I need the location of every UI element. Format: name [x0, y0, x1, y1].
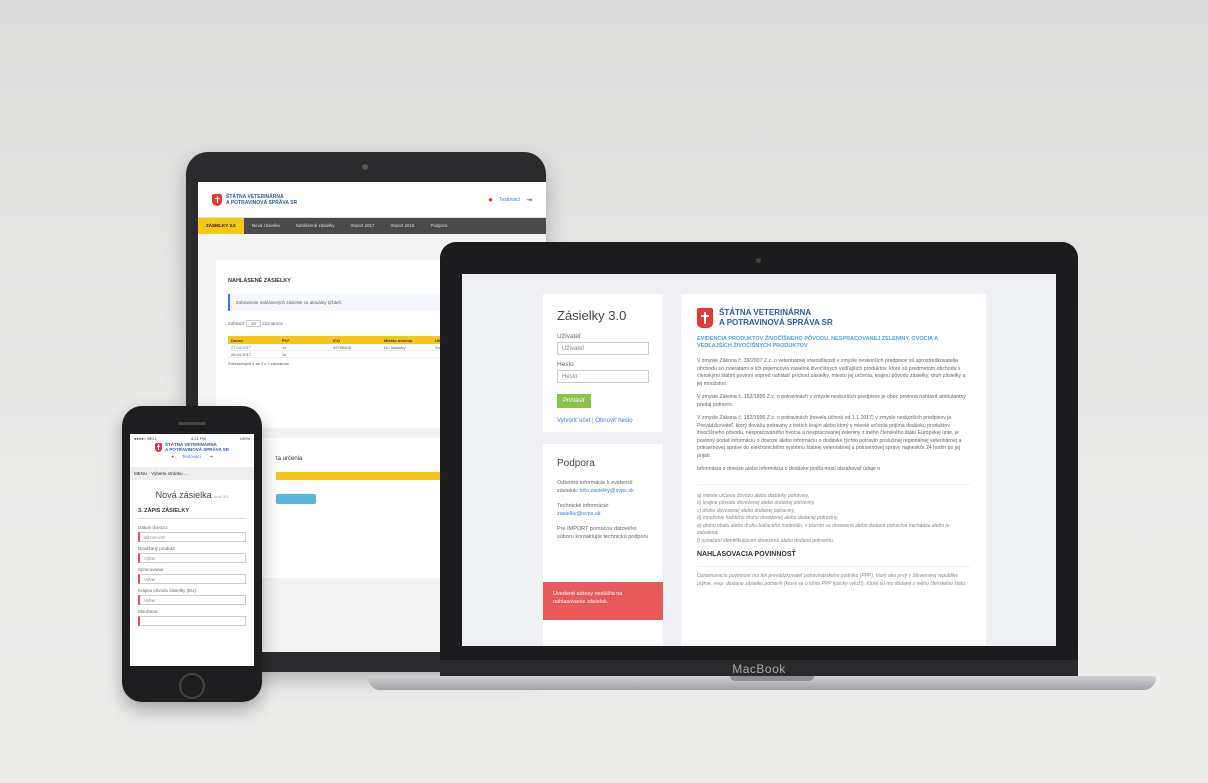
main-subtitle: EVIDENCIA PRODUKTOV ŽIVOČÍŠNEHO PÔVODU, …	[697, 336, 939, 349]
phone-device: ●●●●○ BELL 4:21 PM 100% ŠTÁTNA VETERINÁR…	[122, 406, 262, 702]
nav-item-import-2015[interactable]: Import 2015	[383, 218, 423, 234]
phone-logo[interactable]: ŠTÁTNA VETERINÁRNA A POTRAVINOVÁ SPRÁVA …	[165, 442, 229, 452]
section-heading: NAHLASOVACIA POVINNOSŤ	[697, 551, 796, 558]
nav-item-import-2017[interactable]: Import 2017	[342, 218, 382, 234]
requirements-list: a) mieste určenia dovozu alebo dodávky p…	[697, 483, 970, 546]
laptop-screen: Zásielky 3.0 Užívateľ Užívateľ Heslo Hes…	[462, 274, 1056, 646]
password-label: Heslo	[557, 361, 574, 368]
user-link[interactable]: Testovací	[182, 454, 201, 460]
laptop-device: Zásielky 3.0 Užívateľ Užívateľ Heslo Hes…	[440, 242, 1078, 666]
tablet-nav: ZÁSIELKY 3.0 Nová zásielka Nahlásené zás…	[198, 218, 546, 234]
paragraph: V zmysle Zákona č. 39/2007 Z.z. o veteri…	[697, 358, 966, 387]
logout-icon[interactable]: ⇥	[526, 196, 532, 204]
coat-of-arms-icon	[697, 308, 713, 328]
create-account-link[interactable]: Vytvoriť účet	[557, 418, 590, 424]
reset-password-link[interactable]: Obnoviť heslo	[595, 418, 632, 424]
password-input[interactable]: Heslo	[557, 370, 649, 383]
home-button[interactable]	[179, 673, 205, 699]
tablet-camera	[362, 164, 368, 170]
paragraph: Informácia o dovoze alebo informácia o d…	[697, 466, 881, 472]
support-card: Podpora Odborné informácie k evidencii z…	[543, 444, 663, 646]
info-email-link[interactable]: info.zasielky@svps.sk	[580, 488, 634, 494]
tech-email-link[interactable]: zasielky@svps.sk	[557, 511, 600, 517]
support-alert: Uvedené adresy neslúžia na nahlasovanie …	[543, 582, 663, 620]
laptop-camera	[756, 258, 761, 263]
list-item: d) množstve každého druhu dovezenej aleb…	[697, 515, 839, 521]
list-item: b) krajine pôvodu dovezenej alebo dodane…	[697, 500, 816, 506]
support-text-2: Technické informácie: zasielky@svps.sk	[557, 503, 610, 517]
user-link[interactable]: Testovací	[499, 197, 520, 203]
laptop-brand: MacBook	[732, 662, 786, 676]
quantity-input[interactable]	[138, 616, 246, 626]
nav-item-nova-zasielka[interactable]: Nová zásielka	[244, 218, 288, 234]
coat-of-arms-icon	[212, 193, 222, 206]
list-item: a) mieste určenia dovozu alebo dodávky p…	[697, 492, 810, 499]
paragraph: V zmysle Zákona č. 152/1995 Z.z. o potra…	[697, 394, 966, 408]
nav-item-podpora[interactable]: Podpora	[423, 218, 456, 234]
footer-paragraph: Oznamovaciu povinnosť má len prevádzkova…	[697, 566, 970, 588]
user-label: Užívateľ	[557, 333, 581, 340]
login-title: Zásielky 3.0	[557, 308, 627, 323]
select-destination-button[interactable]	[276, 494, 316, 504]
tablet-header: ŠTÁTNA VETERINÁRNA A POTRAVINOVÁ SPRÁVA …	[198, 182, 546, 218]
nav-item-zasielky[interactable]: ZÁSIELKY 3.0	[198, 218, 244, 234]
list-item: c) druhu dovezenej alebo dodanej potravi…	[697, 507, 796, 514]
product-select[interactable]: Výber	[138, 553, 246, 563]
page-size-select[interactable]: 10	[245, 320, 261, 327]
tablet-logo[interactable]: ŠTÁTNA VETERINÁRNA A POTRAVINOVÁ SPRÁVA …	[226, 194, 297, 206]
main-info-card: ŠTÁTNA VETERINÁRNA A POTRAVINOVÁ SPRÁVA …	[681, 294, 986, 646]
list-item: f) označení identifikujúcom dovezenú ale…	[697, 537, 835, 544]
support-text-3: Pre IMPORT pomocou dátového súboru konta…	[557, 526, 649, 540]
username-input[interactable]: Užívateľ	[557, 342, 649, 355]
login-button[interactable]: Prihlásiť	[557, 394, 591, 408]
country-select[interactable]: Výber	[138, 595, 246, 605]
login-links: Vytvoriť účet | Obnoviť heslo	[557, 418, 633, 424]
notification-icon[interactable]: ●	[488, 195, 493, 204]
phone-screen: ●●●●○ BELL 4:21 PM 100% ŠTÁTNA VETERINÁR…	[130, 434, 254, 666]
support-text-1: Odborné informácie k evidencii zásielok:…	[557, 480, 634, 494]
nav-item-nahlasene[interactable]: Nahlásené zásielky	[288, 218, 343, 234]
page-title: Nová zásielka krok 3/3	[155, 490, 229, 500]
processing-select[interactable]: Výber	[138, 574, 246, 584]
login-card: Zásielky 3.0 Užívateľ Užívateľ Heslo Hes…	[543, 294, 663, 432]
list-item: e) druhu obalu alebo druhu balíaceho mat…	[697, 522, 950, 537]
logout-icon[interactable]: ⇥	[209, 454, 213, 460]
notification-icon[interactable]: ●	[171, 454, 174, 460]
support-title: Podpora	[557, 458, 595, 469]
phone-menu-select[interactable]: MENU - Vyberte stránku ...	[130, 468, 254, 480]
phone-status-bar: ●●●●○ BELL 4:21 PM 100%	[130, 434, 254, 442]
section-title: 3. ZÁPIS ZÁSIELKY	[138, 508, 246, 519]
paragraph: V zmysle Zákona č. 152/1995 Z.z. o potra…	[697, 415, 962, 459]
coat-of-arms-icon	[154, 442, 162, 452]
phone-header: ŠTÁTNA VETERINÁRNA A POTRAVINOVÁ SPRÁVA …	[130, 442, 254, 468]
main-logo: ŠTÁTNA VETERINÁRNA A POTRAVINOVÁ SPRÁVA …	[697, 308, 970, 328]
laptop-notch	[730, 676, 814, 681]
floor	[0, 690, 1208, 783]
phone-speaker	[178, 422, 206, 425]
date-input[interactable]: dd.mm.rrrr	[138, 532, 246, 542]
